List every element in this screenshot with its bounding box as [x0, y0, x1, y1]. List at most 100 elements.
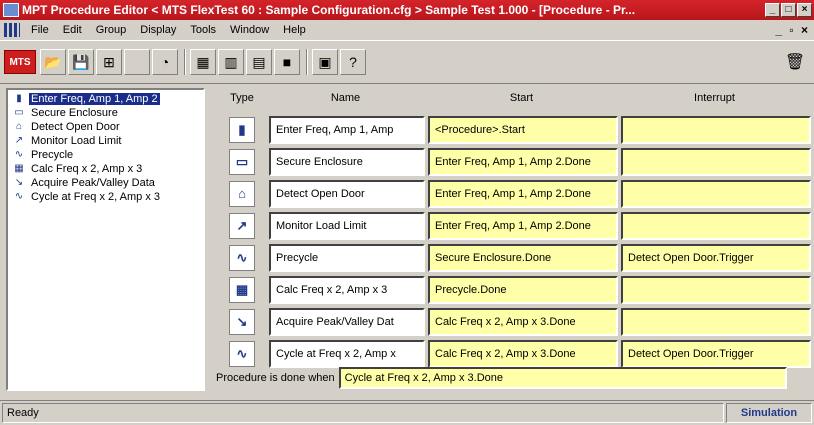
procedure-grid: ▮ Enter Freq, Amp 1, Amp <Procedure>.Sta… — [218, 114, 811, 370]
document-menu-icon[interactable] — [4, 23, 20, 37]
menu-file[interactable]: File — [24, 24, 56, 36]
procedure-tree[interactable]: ▮ Enter Freq, Amp 1, Amp 2 ▭ Secure Encl… — [6, 88, 205, 391]
blank-icon[interactable] — [124, 49, 150, 75]
row-type-cell[interactable]: ▦ — [218, 276, 266, 304]
wave-icon: ∿ — [14, 149, 24, 160]
menu-help[interactable]: Help — [276, 24, 313, 36]
tree-item-label: Cycle at Freq x 2, Amp x 3 — [31, 191, 160, 203]
row-type-cell[interactable]: ▮ — [218, 116, 266, 144]
table-row: ⌂ Detect Open Door Enter Freq, Amp 1, Am… — [218, 178, 811, 210]
tree-item-label: Secure Enclosure — [31, 107, 118, 119]
column-header-start[interactable]: Start — [425, 92, 618, 110]
app-icon[interactable] — [3, 3, 19, 17]
menu-window[interactable]: Window — [223, 24, 276, 36]
interrupt-cell[interactable] — [621, 308, 811, 336]
name-cell[interactable]: Cycle at Freq x 2, Amp x — [269, 340, 425, 368]
tree-item[interactable]: ⌂ Detect Open Door — [8, 120, 203, 134]
tree-item-label: Acquire Peak/Valley Data — [31, 177, 155, 189]
toolbar-separator — [306, 49, 308, 75]
procedure-done-label: Procedure is done when — [216, 372, 335, 384]
mdi-window-controls[interactable]: _ ▫ × — [775, 23, 810, 37]
door-icon: ⌂ — [15, 121, 23, 132]
document-icon[interactable]: ▣ — [312, 49, 338, 75]
toolbar: MTS 📂 💾 ⊞ ◔ ▦ ▥ ▤ ■ ▣ ? 🗑 — [0, 40, 814, 84]
enclosure-icon: ▭ — [14, 107, 24, 118]
start-cell[interactable]: Enter Freq, Amp 1, Amp 2.Done — [428, 212, 618, 240]
acquire-icon: ↘ — [229, 309, 255, 335]
row-type-cell[interactable]: ∿ — [218, 340, 266, 368]
tree-item[interactable]: ∿ Cycle at Freq x 2, Amp x 3 — [8, 190, 203, 204]
toolbar-separator — [184, 49, 186, 75]
column-header-type[interactable]: Type — [218, 92, 266, 110]
maximize-button[interactable]: □ — [781, 3, 796, 17]
grid-header: Type Name Start Interrupt — [218, 92, 811, 110]
interrupt-cell[interactable] — [621, 116, 811, 144]
start-cell[interactable]: Secure Enclosure.Done — [428, 244, 618, 272]
help-icon[interactable]: ? — [340, 49, 366, 75]
status-bar: Ready Simulation — [0, 400, 814, 425]
interrupt-cell[interactable] — [621, 148, 811, 176]
network-icon[interactable]: ⊞ — [96, 49, 122, 75]
interrupt-cell[interactable] — [621, 276, 811, 304]
door-icon: ⌂ — [229, 181, 255, 207]
name-cell[interactable]: Secure Enclosure — [269, 148, 425, 176]
name-cell[interactable]: Calc Freq x 2, Amp x 3 — [269, 276, 425, 304]
tree-item[interactable]: ▮ Enter Freq, Amp 1, Amp 2 — [8, 92, 203, 106]
input-icon: ▮ — [229, 117, 255, 143]
wave-icon: ∿ — [229, 341, 255, 367]
enclosure-icon: ▭ — [229, 149, 255, 175]
monitor-load-icon: ↗ — [14, 135, 24, 146]
mts-logo-icon[interactable]: MTS — [4, 50, 36, 74]
start-cell[interactable]: Enter Freq, Amp 1, Amp 2.Done — [428, 148, 618, 176]
chart-icon[interactable]: ▥ — [218, 49, 244, 75]
row-type-cell[interactable]: ▭ — [218, 148, 266, 176]
input-icon: ▮ — [16, 93, 22, 104]
save-icon[interactable]: 💾 — [68, 49, 94, 75]
monitor-icon[interactable]: ■ — [274, 49, 300, 75]
bars-icon[interactable]: ▤ — [246, 49, 272, 75]
tree-item[interactable]: ∿ Precycle — [8, 148, 203, 162]
row-type-cell[interactable]: ∿ — [218, 244, 266, 272]
table-row: ↘ Acquire Peak/Valley Dat Calc Freq x 2,… — [218, 306, 811, 338]
name-cell[interactable]: Detect Open Door — [269, 180, 425, 208]
column-header-name[interactable]: Name — [266, 92, 425, 110]
interrupt-cell[interactable]: Detect Open Door.Trigger — [621, 340, 811, 368]
wave-icon: ∿ — [229, 245, 255, 271]
start-cell[interactable]: Enter Freq, Amp 1, Amp 2.Done — [428, 180, 618, 208]
row-type-cell[interactable]: ↘ — [218, 308, 266, 336]
menu-tools[interactable]: Tools — [183, 24, 223, 36]
interrupt-cell[interactable] — [621, 212, 811, 240]
name-cell[interactable]: Enter Freq, Amp 1, Amp — [269, 116, 425, 144]
tree-item[interactable]: ↘ Acquire Peak/Valley Data — [8, 176, 203, 190]
monitor-load-icon: ↗ — [229, 213, 255, 239]
start-cell[interactable]: Calc Freq x 2, Amp x 3.Done — [428, 340, 618, 368]
minimize-button[interactable]: _ — [765, 3, 780, 17]
menu-edit[interactable]: Edit — [56, 24, 89, 36]
open-icon[interactable]: 📂 — [40, 49, 66, 75]
interrupt-cell[interactable] — [621, 180, 811, 208]
start-cell[interactable]: <Procedure>.Start — [428, 116, 618, 144]
table-row: ∿ Precycle Secure Enclosure.Done Detect … — [218, 242, 811, 274]
calculator-icon: ▦ — [229, 277, 255, 303]
close-button[interactable]: × — [797, 3, 812, 17]
tree-item[interactable]: ▭ Secure Enclosure — [8, 106, 203, 120]
tree-item[interactable]: ▦ Calc Freq x 2, Amp x 3 — [8, 162, 203, 176]
column-header-interrupt[interactable]: Interrupt — [618, 92, 811, 110]
start-cell[interactable]: Precycle.Done — [428, 276, 618, 304]
menu-group[interactable]: Group — [89, 24, 134, 36]
menu-display[interactable]: Display — [133, 24, 183, 36]
trash-icon[interactable]: 🗑 — [782, 49, 808, 75]
name-cell[interactable]: Precycle — [269, 244, 425, 272]
grid-icon[interactable]: ▦ — [190, 49, 216, 75]
procedure-done-field[interactable]: Cycle at Freq x 2, Amp x 3.Done — [338, 367, 787, 389]
name-cell[interactable]: Monitor Load Limit — [269, 212, 425, 240]
clock-icon[interactable]: ◔ — [152, 49, 178, 75]
row-type-cell[interactable]: ⌂ — [218, 180, 266, 208]
name-cell[interactable]: Acquire Peak/Valley Dat — [269, 308, 425, 336]
row-type-cell[interactable]: ↗ — [218, 212, 266, 240]
calculator-icon: ▦ — [14, 163, 24, 174]
procedure-done-row: Procedure is done when Cycle at Freq x 2… — [216, 366, 787, 390]
interrupt-cell[interactable]: Detect Open Door.Trigger — [621, 244, 811, 272]
tree-item[interactable]: ↗ Monitor Load Limit — [8, 134, 203, 148]
start-cell[interactable]: Calc Freq x 2, Amp x 3.Done — [428, 308, 618, 336]
